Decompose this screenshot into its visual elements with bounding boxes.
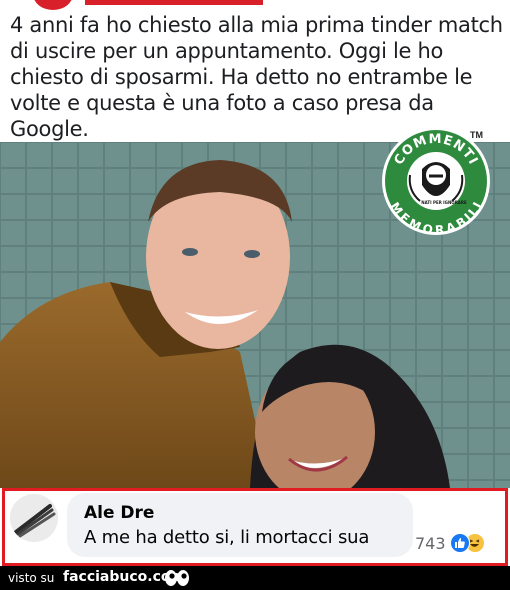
watermark-footer: visto su facciabuco.com <box>0 566 510 590</box>
reaction-count: 743 <box>415 533 446 553</box>
badge-tagline: NATI PER IGNORARE <box>421 200 467 205</box>
comment-bubble: Ale Dre A me ha detto si, li mortacci su… <box>67 493 413 557</box>
trademark-label: TM <box>470 130 483 140</box>
comment-text: A me ha detto si, li mortacci sua <box>84 527 370 548</box>
eyes-logo-icon <box>164 569 190 587</box>
post-author-avatar[interactable] <box>33 0 73 10</box>
visto-su-label: visto su <box>8 571 55 585</box>
comment-reactions[interactable]: 743 <box>415 531 485 555</box>
post-text: 4 anni fa ho chiesto alla mia prima tind… <box>10 13 503 141</box>
highlighted-comment: Ale Dre A me ha detto si, li mortacci su… <box>2 488 508 566</box>
comment-author[interactable]: Ale Dre <box>84 503 154 523</box>
post-author-name-highlight <box>85 0 263 5</box>
commenter-avatar[interactable] <box>10 494 58 542</box>
commenti-memorabili-badge: COMMENTI MEMORABILI NATI PER IGNORARE <box>380 125 492 237</box>
like-icon <box>449 533 470 553</box>
